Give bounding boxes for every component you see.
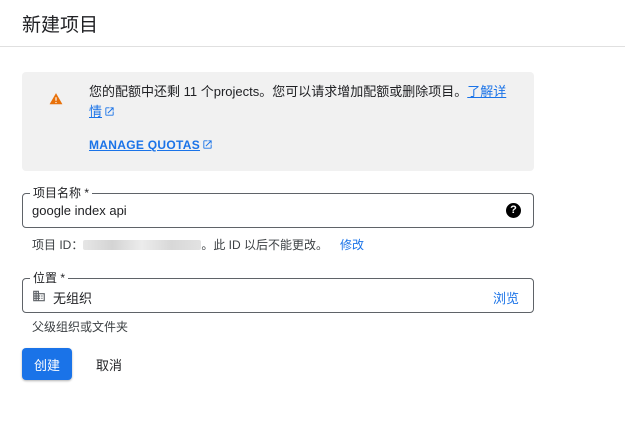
quota-notice: 您的配额中还剩 11 个projects。您可以请求增加配额或删除项目。了解详情…: [22, 72, 534, 171]
project-name-field[interactable]: 项目名称 * ?: [22, 186, 534, 228]
quota-message: 您的配额中还剩 11 个projects。您可以请求增加配额或删除项目。了解详情: [89, 82, 519, 122]
manage-quotas-label: MANAGE QUOTAS: [89, 138, 201, 152]
edit-project-id-link[interactable]: 修改: [340, 238, 364, 252]
location-label: 位置 *: [30, 271, 69, 285]
project-id-suffix: 。此 ID 以后不能更改。: [201, 238, 329, 252]
project-id-row: 项目 ID： 。此 ID 以后不能更改。 修改: [32, 236, 364, 253]
help-icon[interactable]: ?: [506, 203, 521, 218]
project-id-redacted: [83, 240, 202, 250]
external-link-icon: [203, 140, 212, 149]
cancel-button[interactable]: 取消: [86, 348, 132, 380]
building-icon: [33, 290, 45, 302]
browse-button[interactable]: 浏览: [493, 288, 519, 307]
location-value: 无组织: [53, 291, 93, 306]
project-name-input[interactable]: [32, 203, 472, 218]
manage-quotas-link[interactable]: MANAGE QUOTAS: [89, 138, 213, 152]
quota-message-text: 您的配额中还剩 11 个projects。您可以请求增加配额或删除项目。: [89, 84, 468, 99]
location-hint: 父级组织或文件夹: [32, 320, 129, 334]
page-header: 新建项目: [0, 0, 625, 47]
location-field[interactable]: 位置 * 无组织 浏览: [22, 271, 534, 313]
project-id-prefix: 项目 ID：: [32, 238, 84, 252]
page-title: 新建项目: [22, 15, 99, 36]
project-name-label: 项目名称 *: [30, 186, 93, 200]
create-button[interactable]: 创建: [22, 348, 72, 380]
warning-icon: [49, 93, 63, 105]
external-link-icon: [105, 107, 114, 116]
